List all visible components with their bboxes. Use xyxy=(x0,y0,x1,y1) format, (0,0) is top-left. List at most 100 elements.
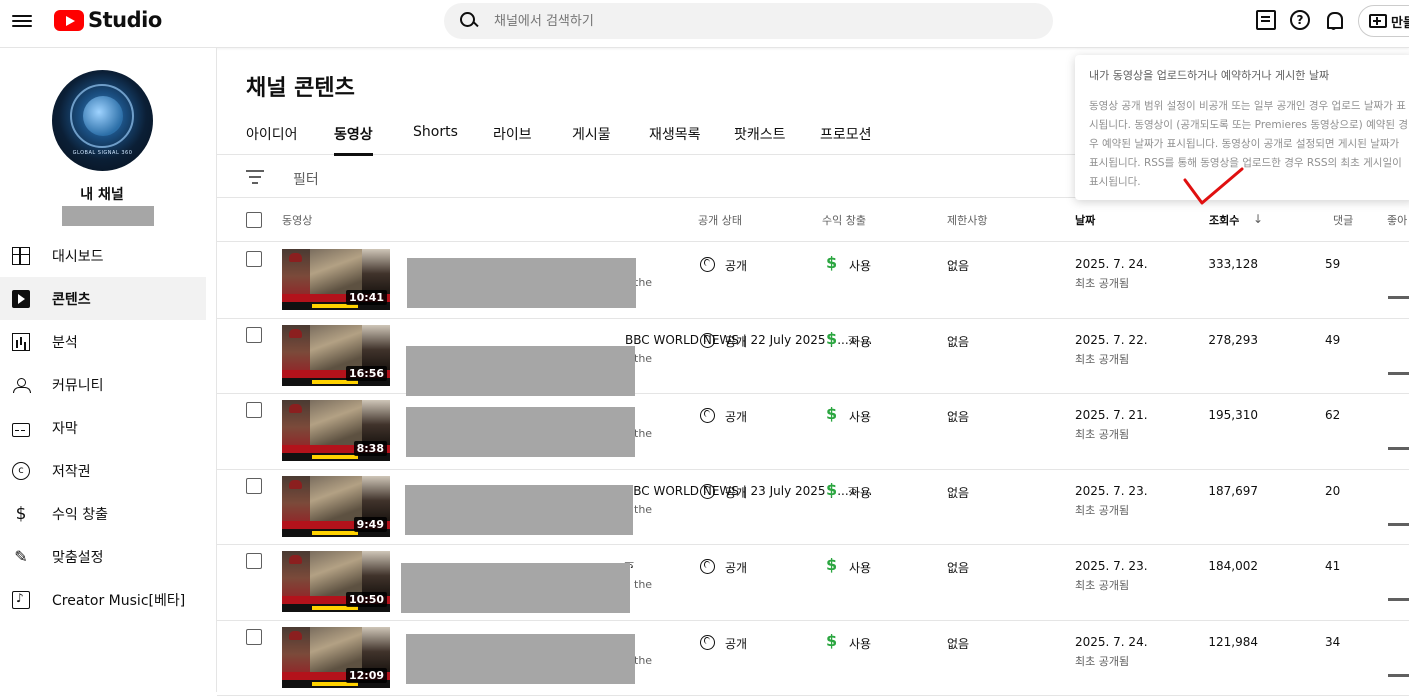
table-row[interactable]: 12:09 ক the 공개 $ 사용 없음 2025. 7. 24. 최초 공… xyxy=(217,621,1409,696)
monetization-status[interactable]: 사용 xyxy=(849,408,871,425)
monetization-status[interactable]: 사용 xyxy=(849,257,871,274)
monetization-dollar-icon: $ xyxy=(826,253,837,272)
sidebar-item-monetization[interactable]: $ 수익 창출 xyxy=(0,492,216,535)
row-checkbox[interactable] xyxy=(246,553,262,569)
visibility-status[interactable]: 공개 xyxy=(725,635,747,652)
channel-avatar[interactable]: GLOBAL SIGNAL 360 xyxy=(52,70,153,171)
public-globe-icon xyxy=(700,559,715,574)
video-date: 2025. 7. 23. xyxy=(1075,559,1148,573)
visibility-status[interactable]: 공개 xyxy=(725,257,747,274)
sidebar-item-creator-music[interactable]: Creator Music[베타] xyxy=(0,578,216,621)
search-bar[interactable] xyxy=(444,3,1053,39)
table-row[interactable]: 10:50 ক the 공개 $ 사용 없음 2025. 7. 23. 최초 공… xyxy=(217,545,1409,621)
sidebar-item-analytics[interactable]: 분석 xyxy=(0,320,216,363)
sidebar: GLOBAL SIGNAL 360 내 채널 대시보드 콘텐츠 분석 커뮤니티 … xyxy=(0,48,217,692)
row-checkbox[interactable] xyxy=(246,402,262,418)
visibility-status[interactable]: 공개 xyxy=(725,559,747,576)
monetization-status[interactable]: 사용 xyxy=(849,635,871,652)
redacted-title-block xyxy=(406,346,635,396)
search-input[interactable] xyxy=(494,14,994,29)
restrictions-status: 없음 xyxy=(947,484,969,501)
menu-icon[interactable] xyxy=(12,12,32,28)
main-content: 채널 콘텐츠 아이디어 동영상 Shorts 라이브 게시물 재생목록 팟캐스트… xyxy=(217,48,1409,692)
search-icon[interactable] xyxy=(460,12,478,30)
sort-down-icon[interactable]: ↓ xyxy=(1253,212,1263,226)
video-date: 2025. 7. 22. xyxy=(1075,333,1148,347)
sidebar-item-subtitles[interactable]: 자막 xyxy=(0,406,216,449)
like-ratio-bar xyxy=(1388,372,1409,375)
redacted-title-block xyxy=(406,634,635,684)
row-checkbox[interactable] xyxy=(246,327,262,343)
tab-playlists[interactable]: 재생목록 xyxy=(649,124,701,144)
header-monetization[interactable]: 수익 창출 xyxy=(822,212,866,228)
video-thumbnail[interactable]: 8:38 xyxy=(282,400,390,461)
redacted-title-block xyxy=(401,563,630,613)
table-row[interactable]: 8:38 ক the 공개 $ 사용 없음 2025. 7. 21. 최초 공개… xyxy=(217,394,1409,470)
filter-input[interactable]: 필터 xyxy=(293,169,319,189)
video-date-status: 최초 공개됨 xyxy=(1075,351,1129,367)
select-all-checkbox[interactable] xyxy=(246,212,262,228)
video-thumbnail[interactable]: 10:41 xyxy=(282,249,390,310)
comment-count: 34 xyxy=(1325,635,1340,649)
sidebar-item-copyright[interactable]: c 저작권 xyxy=(0,449,216,492)
sidebar-item-customization[interactable]: ✎ 맞춤설정 xyxy=(0,535,216,578)
tab-videos[interactable]: 동영상 xyxy=(334,124,373,144)
avatar-caption: GLOBAL SIGNAL 360 xyxy=(52,150,153,156)
video-thumbnail[interactable]: 9:49 xyxy=(282,476,390,537)
header-visibility[interactable]: 공개 상태 xyxy=(698,212,742,228)
restrictions-status: 없음 xyxy=(947,635,969,652)
header-likes[interactable]: 좋아 xyxy=(1387,212,1407,228)
tab-live[interactable]: 라이브 xyxy=(493,124,532,144)
create-button[interactable]: 만들 xyxy=(1358,5,1409,37)
table-row[interactable]: 10:41 ক the 공개 $ 사용 없음 2025. 7. 24. 최초 공… xyxy=(217,243,1409,319)
row-checkbox[interactable] xyxy=(246,478,262,494)
tab-promotions[interactable]: 프로모션 xyxy=(820,124,872,144)
monetization-status[interactable]: 사용 xyxy=(849,333,871,350)
video-duration: 9:49 xyxy=(354,517,387,532)
sidebar-item-label: 분석 xyxy=(52,332,78,352)
help-icon[interactable]: ? xyxy=(1290,10,1310,30)
studio-logo[interactable]: Studio xyxy=(54,8,162,32)
notifications-icon[interactable] xyxy=(1324,10,1344,30)
monetization-status[interactable]: 사용 xyxy=(849,484,871,501)
video-date-status: 최초 공개됨 xyxy=(1075,502,1129,518)
video-thumbnail[interactable]: 12:09 xyxy=(282,627,390,688)
video-date: 2025. 7. 23. xyxy=(1075,484,1148,498)
header-comments[interactable]: 댓글 xyxy=(1333,212,1353,228)
video-thumbnail[interactable]: 10:50 xyxy=(282,551,390,612)
visibility-status[interactable]: 공개 xyxy=(725,333,747,350)
sidebar-item-dashboard[interactable]: 대시보드 xyxy=(0,234,216,277)
monetization-dollar-icon: $ xyxy=(826,329,837,348)
top-bar: Studio ? 만들 xyxy=(0,0,1409,48)
header-views[interactable]: 조회수 xyxy=(1209,212,1239,228)
row-checkbox[interactable] xyxy=(246,629,262,645)
sidebar-item-community[interactable]: 커뮤니티 xyxy=(0,363,216,406)
row-checkbox[interactable] xyxy=(246,251,262,267)
header-date[interactable]: 날짜 xyxy=(1075,212,1095,228)
visibility-status[interactable]: 공개 xyxy=(725,484,747,501)
visibility-status[interactable]: 공개 xyxy=(725,408,747,425)
public-globe-icon xyxy=(700,257,715,272)
table-row[interactable]: 16:56 BBC WORLD NEWS | 22 July 2025 | ..… xyxy=(217,319,1409,395)
tab-ideas[interactable]: 아이디어 xyxy=(246,124,298,144)
table-row[interactable]: 9:49 BBC WORLD NEWS | 23 July 2025 | ...… xyxy=(217,470,1409,546)
video-date: 2025. 7. 24. xyxy=(1075,257,1148,271)
sidebar-item-content[interactable]: 콘텐츠 xyxy=(0,277,206,320)
monetization-status[interactable]: 사용 xyxy=(849,559,871,576)
redacted-title-block xyxy=(406,407,635,457)
video-description: the xyxy=(634,578,652,591)
header-restrictions[interactable]: 제한사항 xyxy=(947,212,987,228)
tab-posts[interactable]: 게시물 xyxy=(572,124,611,144)
feedback-icon[interactable] xyxy=(1256,10,1276,30)
monetization-dollar-icon: $ xyxy=(826,555,837,574)
tab-shorts[interactable]: Shorts xyxy=(413,124,458,140)
video-thumbnail[interactable]: 16:56 xyxy=(282,325,390,386)
video-duration: 16:56 xyxy=(346,366,387,381)
sidebar-item-label: 저작권 xyxy=(52,461,91,481)
sidebar-item-label: 콘텐츠 xyxy=(52,289,91,309)
sidebar-item-label: Creator Music[베타] xyxy=(52,590,185,610)
sidebar-item-label: 수익 창출 xyxy=(52,504,108,524)
tab-podcasts[interactable]: 팟캐스트 xyxy=(734,124,786,144)
filter-icon[interactable] xyxy=(246,170,264,184)
like-ratio-bar xyxy=(1388,598,1409,601)
